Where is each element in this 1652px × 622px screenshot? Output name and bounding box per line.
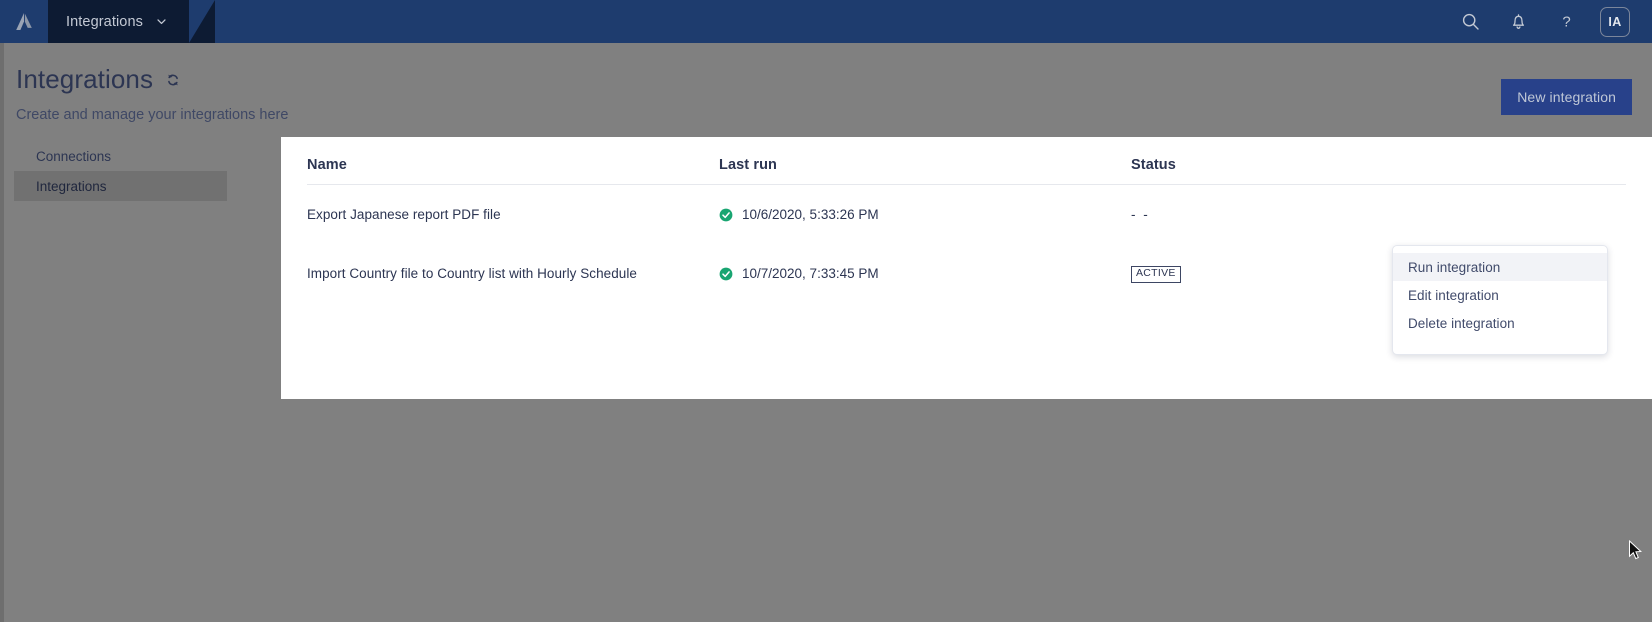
chevron-down-icon xyxy=(157,19,166,25)
triangle-a-logo-icon xyxy=(16,12,32,30)
sidebar-item-label: Connections xyxy=(36,148,112,164)
menu-item-delete-integration[interactable]: Delete integration xyxy=(1393,309,1607,337)
page-subtitle: Create and manage your integrations here xyxy=(16,107,289,123)
bell-icon xyxy=(1512,14,1524,29)
cell-integration-name: Import Country file to Country list with… xyxy=(307,266,637,281)
success-check-icon xyxy=(719,208,733,221)
refresh-sync-icon[interactable] xyxy=(165,72,181,88)
top-navigation-bar: Integrations ? IA xyxy=(0,0,1652,43)
column-header-name: Name xyxy=(307,156,347,173)
cell-last-run: 10/7/2020, 7:33:45 PM xyxy=(719,266,1131,281)
cell-status: ACTIVE xyxy=(1131,264,1431,283)
search-button[interactable] xyxy=(1456,8,1484,36)
sidebar: Connections Integrations xyxy=(0,137,240,201)
status-badge: ACTIVE xyxy=(1131,266,1181,283)
column-header-status: Status xyxy=(1131,156,1176,173)
last-run-timestamp: 10/6/2020, 5:33:26 PM xyxy=(742,207,879,222)
notifications-button[interactable] xyxy=(1504,8,1532,36)
cell-last-run: 10/6/2020, 5:33:26 PM xyxy=(719,207,1131,222)
sidebar-item-label: Integrations xyxy=(36,178,107,194)
row-actions-context-menu: Run integration Edit integration Delete … xyxy=(1392,245,1608,355)
menu-item-run-integration[interactable]: Run integration xyxy=(1393,253,1607,281)
last-run-timestamp: 10/7/2020, 7:33:45 PM xyxy=(742,266,879,281)
cell-integration-name: Export Japanese report PDF file xyxy=(307,207,501,222)
menu-item-edit-integration[interactable]: Edit integration xyxy=(1393,281,1607,309)
help-button[interactable]: ? xyxy=(1552,8,1580,36)
table-row[interactable]: Export Japanese report PDF file 10/6/202… xyxy=(307,185,1626,244)
nav-tab-label: Integrations xyxy=(66,13,143,30)
search-icon xyxy=(1462,13,1479,30)
nav-tab-integrations[interactable]: Integrations xyxy=(48,0,215,43)
success-check-icon xyxy=(719,267,733,280)
avatar[interactable]: IA xyxy=(1600,6,1630,37)
new-integration-button[interactable]: New integration xyxy=(1501,79,1632,115)
app-root: Integrations ? IA Integrations Create an… xyxy=(0,0,1652,622)
avatar-initials: IA xyxy=(1608,14,1622,29)
sidebar-item-integrations[interactable]: Integrations xyxy=(14,171,227,201)
page-title-row: Integrations xyxy=(16,64,1652,95)
page-header: Integrations Create and manage your inte… xyxy=(0,50,1652,137)
sidebar-item-connections[interactable]: Connections xyxy=(14,141,227,171)
app-logo[interactable] xyxy=(0,0,48,43)
status-empty-value: - - xyxy=(1131,207,1150,222)
help-question-icon: ? xyxy=(1562,14,1570,31)
table-header-row: Name Last run Status xyxy=(307,137,1626,185)
column-header-last-run: Last run xyxy=(719,156,777,173)
page-title: Integrations xyxy=(16,64,154,94)
topbar-actions: ? IA xyxy=(1456,6,1652,37)
svg-text:?: ? xyxy=(1562,14,1570,31)
cell-status: - - xyxy=(1131,207,1431,222)
